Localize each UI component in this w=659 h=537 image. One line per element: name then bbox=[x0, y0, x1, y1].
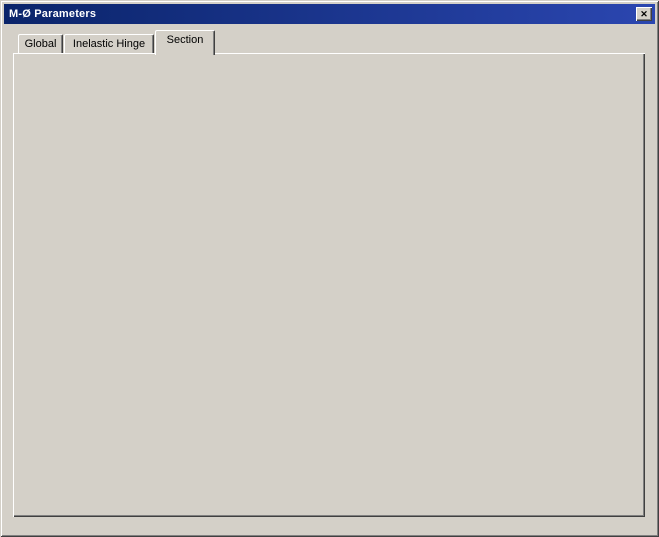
close-icon: ✕ bbox=[640, 9, 648, 20]
tab-inelastic-hinge-label: Inelastic Hinge bbox=[73, 38, 145, 50]
tab-global[interactable]: Global bbox=[18, 34, 63, 53]
title-bar[interactable]: M-Ø Parameters ✕ bbox=[4, 4, 655, 24]
close-button[interactable]: ✕ bbox=[636, 7, 652, 21]
tab-global-label: Global bbox=[25, 38, 57, 50]
window-title: M-Ø Parameters bbox=[9, 8, 96, 20]
tab-section-label: Section bbox=[167, 34, 204, 46]
m-phi-parameters-dialog: M-Ø Parameters ✕ Global Inelastic Hinge … bbox=[0, 0, 659, 537]
tab-section[interactable]: Section bbox=[155, 30, 215, 55]
section-tab-panel bbox=[13, 53, 645, 517]
tab-inelastic-hinge[interactable]: Inelastic Hinge bbox=[64, 34, 154, 53]
